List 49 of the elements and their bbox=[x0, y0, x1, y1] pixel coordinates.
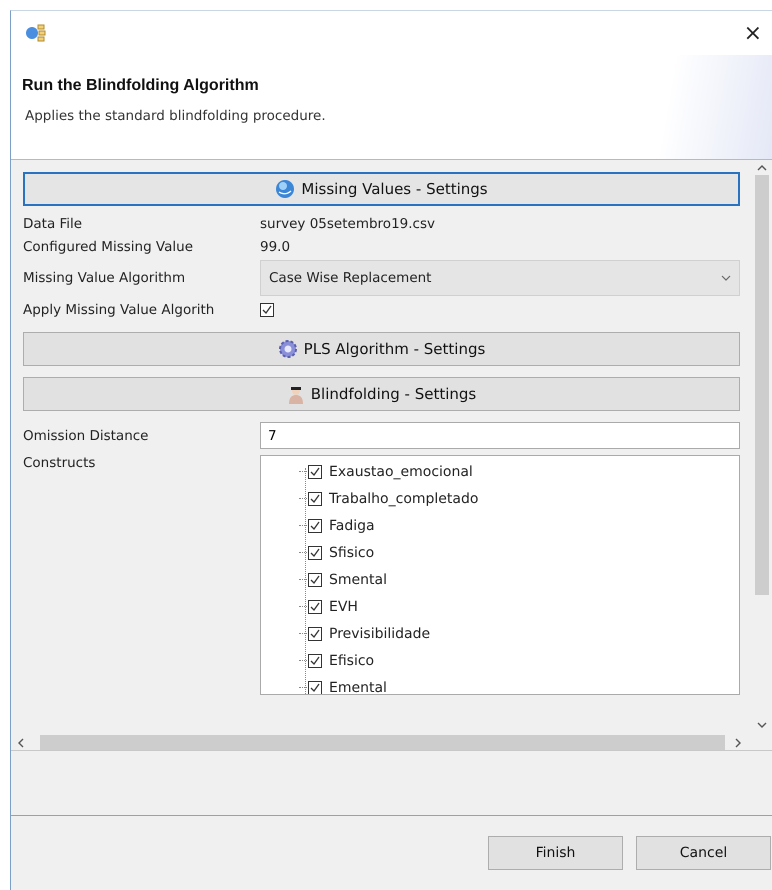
tree-item[interactable]: Efisico bbox=[329, 652, 374, 668]
checkbox[interactable] bbox=[308, 546, 322, 560]
checkbox[interactable] bbox=[308, 572, 322, 586]
checkbox[interactable] bbox=[308, 492, 322, 506]
scroll-down-icon[interactable] bbox=[757, 722, 767, 729]
section-button[interactable]: Blindfolding - Settings bbox=[23, 377, 740, 411]
checkbox[interactable] bbox=[308, 626, 322, 640]
checkbox[interactable] bbox=[308, 680, 322, 694]
tree-item[interactable]: Sfisico bbox=[329, 544, 374, 560]
section-button[interactable]: Missing Values - Settings bbox=[23, 172, 740, 206]
scrollbar-thumb[interactable] bbox=[755, 175, 769, 595]
checkbox[interactable] bbox=[308, 654, 322, 668]
tree-item[interactable]: Trabalho_completado bbox=[329, 490, 478, 506]
scroll-right-icon[interactable] bbox=[735, 738, 742, 748]
tree-item[interactable]: Exaustao_emocional bbox=[329, 464, 473, 480]
field-label: Omission Distance bbox=[23, 428, 150, 444]
field-value: survey 05setembro19.csv bbox=[260, 216, 436, 232]
field-label: Apply Missing Value Algorith bbox=[23, 302, 216, 318]
globe-icon bbox=[275, 179, 296, 199]
close-button[interactable]: × bbox=[740, 20, 766, 46]
dropdown-value: Case Wise Replacement bbox=[269, 270, 432, 286]
field-value: 99.0 bbox=[260, 238, 292, 254]
scrollbar-thumb[interactable] bbox=[40, 735, 725, 750]
tree-item[interactable]: EVH bbox=[329, 598, 358, 614]
checkbox[interactable] bbox=[308, 464, 322, 478]
tree-item[interactable]: Emental bbox=[329, 680, 387, 694]
scroll-up-icon[interactable] bbox=[757, 164, 767, 171]
field-label: Missing Value Algorithm bbox=[23, 270, 186, 286]
checkbox[interactable] bbox=[308, 600, 322, 614]
dialog-description: Applies the standard blindfolding procedure. bbox=[25, 108, 327, 124]
person-icon bbox=[286, 384, 305, 404]
field-label: Configured Missing Value bbox=[23, 238, 194, 254]
chevron-down-icon bbox=[721, 275, 731, 281]
checkbox[interactable] bbox=[260, 302, 274, 316]
scroll-left-icon[interactable] bbox=[17, 738, 24, 748]
gear-icon bbox=[278, 339, 298, 359]
section-button[interactable]: PLS Algorithm - Settings bbox=[23, 332, 740, 366]
field-label: Constructs bbox=[23, 455, 96, 471]
checkbox[interactable] bbox=[308, 518, 322, 532]
input-field[interactable]: 7 bbox=[260, 422, 740, 449]
tree-item[interactable]: Smental bbox=[329, 572, 387, 588]
tree-item[interactable]: Fadiga bbox=[329, 518, 375, 534]
dialog-title: Run the Blindfolding Algorithm bbox=[22, 77, 260, 95]
tree-item[interactable]: Previsibilidade bbox=[329, 626, 430, 642]
dialog-button[interactable]: Cancel bbox=[636, 836, 771, 870]
dropdown[interactable]: Case Wise Replacement bbox=[260, 260, 740, 296]
dialog-button[interactable]: Finish bbox=[488, 836, 623, 870]
field-label: Data File bbox=[23, 216, 84, 232]
app-icon bbox=[25, 23, 47, 43]
